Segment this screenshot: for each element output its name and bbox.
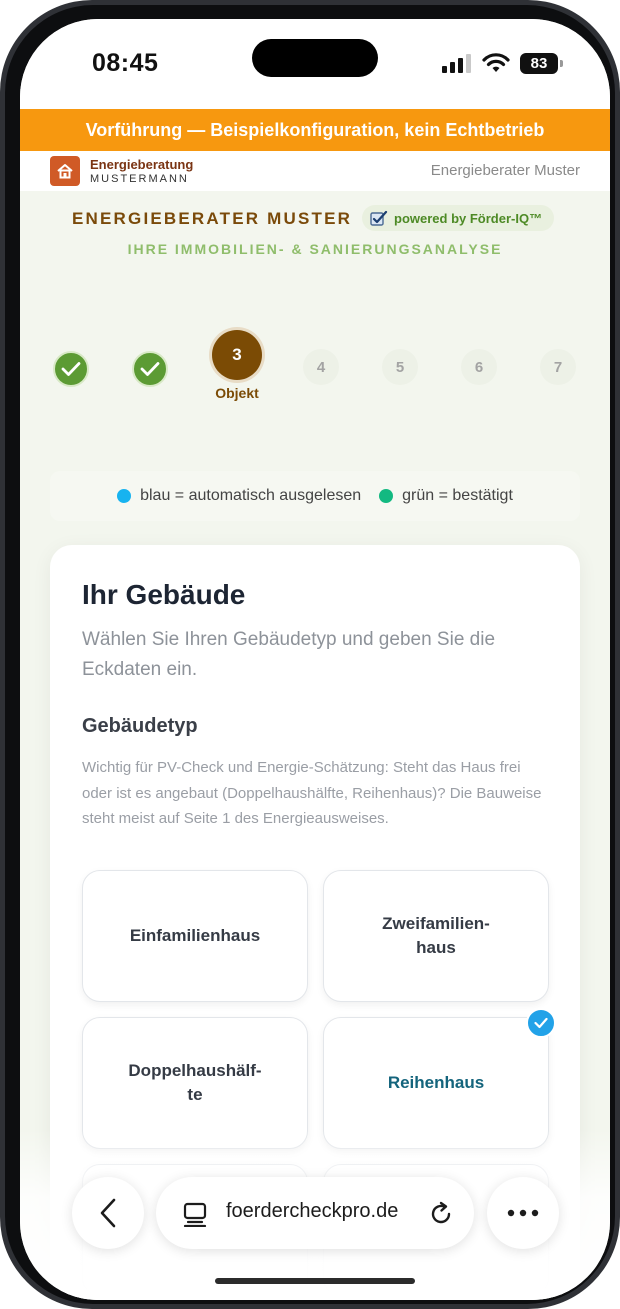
brand-sub: MUSTERMANN xyxy=(90,173,189,185)
wifi-icon xyxy=(482,53,510,72)
brand-header: Energieberatung MUSTERMANN Energieberate… xyxy=(20,151,610,191)
building-type-help: Wichtig für PV-Check und Energie-Schätzu… xyxy=(82,759,542,827)
selected-check-icon xyxy=(526,1008,556,1038)
blue-dot-icon xyxy=(117,489,132,503)
legend-green-text: grün = bestätigt xyxy=(402,487,513,504)
powered-by-text: powered by Förder-IQ™ xyxy=(394,210,543,226)
building-type-zweifamilienhaus[interactable]: Zweifamilien- haus xyxy=(323,870,549,1002)
cellular-signal-icon xyxy=(442,53,472,73)
page-subtitle: IHRE IMMOBILIEN- & SANIERUNGSANALYSE xyxy=(127,241,503,257)
building-type-title: Gebäudetyp xyxy=(82,715,198,737)
building-type-einfamilienhaus[interactable]: Einfamilienhaus xyxy=(82,870,308,1002)
step-3-label: Objekt xyxy=(215,385,259,401)
step-6: 6 xyxy=(461,349,497,385)
card-description: Wählen Sie Ihren Gebäudetyp und geben Si… xyxy=(82,629,496,680)
url-text[interactable]: foerdercheckpro.de xyxy=(226,1200,398,1223)
step-4: 4 xyxy=(303,349,339,385)
screen: 08:45 83 Vorführung — Beispielkonfigurat xyxy=(20,19,610,1300)
building-type-label: Einfamilienhaus xyxy=(129,926,261,945)
building-type-label: Zweifamilien- haus xyxy=(382,914,490,957)
tabs-icon[interactable] xyxy=(182,1201,208,1227)
step-7: 7 xyxy=(540,349,576,385)
step-5: 5 xyxy=(382,349,418,385)
legend-item-green: grün = bestätigt xyxy=(379,487,513,505)
powered-by-badge: powered by Förder-IQ™ xyxy=(362,205,555,231)
reload-icon[interactable] xyxy=(428,1201,454,1227)
step-3-current[interactable]: 3 xyxy=(212,330,262,380)
status-bar: 08:45 83 xyxy=(20,19,610,109)
check-icon xyxy=(61,362,81,376)
demo-banner: Vorführung — Beispielkonfiguration, kein… xyxy=(20,109,610,151)
step-1-done[interactable] xyxy=(53,351,89,387)
checkbox-icon xyxy=(370,210,388,226)
back-button[interactable] xyxy=(72,1177,144,1249)
step-2-done[interactable] xyxy=(132,351,168,387)
address-bar[interactable]: foerdercheckpro.de xyxy=(156,1177,474,1249)
house-logo-icon[interactable] xyxy=(50,156,80,186)
building-type-label: Reihenhaus xyxy=(387,1073,485,1092)
battery-tip xyxy=(560,60,563,67)
battery-icon: 83 xyxy=(520,53,558,74)
dynamic-island xyxy=(252,39,378,77)
chevron-left-icon xyxy=(100,1198,116,1228)
legend-item-blue: blau = automatisch ausgelesen xyxy=(117,487,361,505)
page-title: ENERGIEBERATER MUSTER xyxy=(72,209,353,228)
check-icon xyxy=(140,362,160,376)
card-title: Ihr Gebäude xyxy=(82,579,246,610)
color-legend: blau = automatisch ausgelesen grün = bes… xyxy=(50,471,580,521)
legend-blue-text: blau = automatisch ausgelesen xyxy=(140,487,362,504)
advisor-link[interactable]: Energieberater Muster xyxy=(431,162,580,179)
brand-name[interactable]: Energieberatung xyxy=(90,157,193,172)
phone-frame: 08:45 83 Vorführung — Beispielkonfigurat xyxy=(0,0,620,1309)
more-dots-icon xyxy=(507,1209,539,1217)
home-indicator[interactable] xyxy=(215,1278,415,1284)
green-dot-icon xyxy=(379,489,394,503)
building-type-label: Doppelhaushälf- te xyxy=(128,1061,262,1104)
phone-bezel: 08:45 83 Vorführung — Beispielkonfigurat xyxy=(5,5,615,1304)
more-button[interactable] xyxy=(487,1177,559,1249)
status-time: 08:45 xyxy=(92,49,159,77)
